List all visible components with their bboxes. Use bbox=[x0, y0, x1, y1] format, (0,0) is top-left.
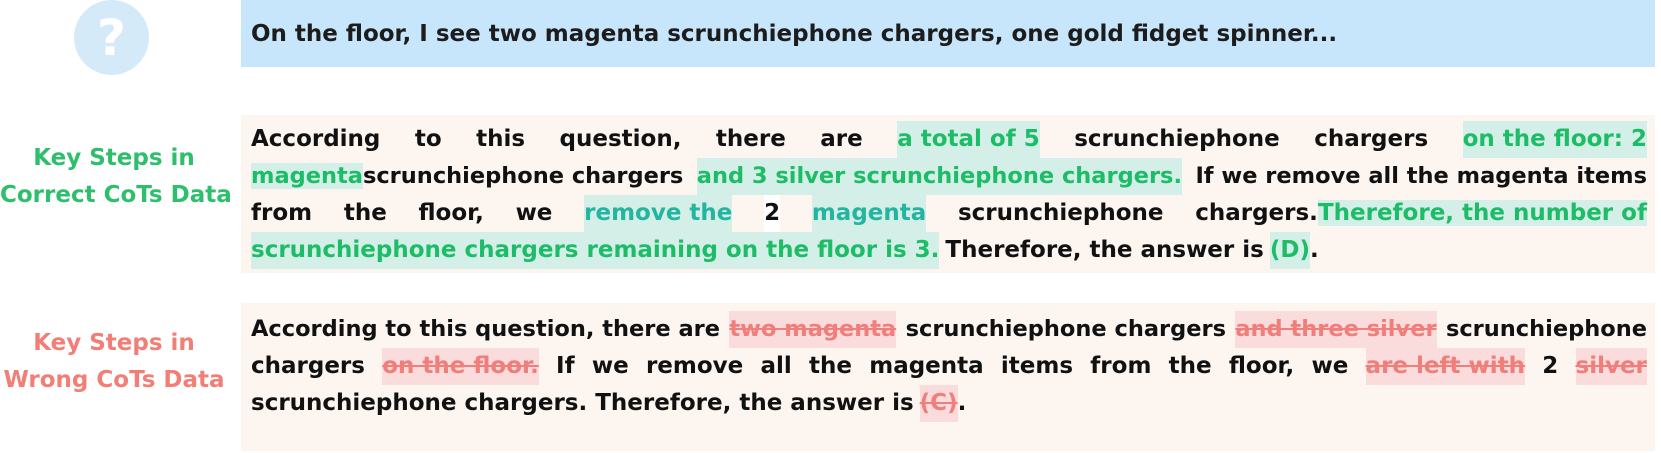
word: If bbox=[556, 353, 575, 379]
wrong-cots-box: According to this question, there are tw… bbox=[241, 303, 1655, 451]
key-step-highlight: scrunchiephone chargers remaining on the… bbox=[251, 232, 940, 269]
word: the bbox=[343, 200, 387, 226]
wrong-line-2: chargers on the floor. If we remove all … bbox=[251, 348, 1647, 385]
wrong-answer-highlight: (C) bbox=[919, 385, 958, 422]
word: chargers. bbox=[1195, 200, 1318, 226]
segment: If we remove all the magenta items bbox=[1195, 163, 1647, 189]
question-mark-icon: ? bbox=[74, 0, 149, 75]
punctuation: . bbox=[1309, 237, 1319, 263]
word: scrunchiephone chargers bbox=[362, 163, 684, 189]
key-step-highlight: remove the bbox=[584, 195, 733, 232]
word: chargers bbox=[251, 353, 365, 379]
word: According bbox=[251, 126, 381, 152]
word: this bbox=[476, 126, 526, 152]
word: we bbox=[1311, 353, 1349, 379]
wrong-step-highlight: are left with bbox=[1365, 348, 1526, 385]
key-step-highlight: a total of 5 bbox=[897, 121, 1040, 158]
word: are bbox=[820, 126, 863, 152]
word: chargers bbox=[1314, 126, 1429, 152]
answer-highlight: (D) bbox=[1269, 232, 1310, 269]
punctuation: . bbox=[957, 390, 967, 416]
word: from bbox=[1090, 353, 1152, 379]
correct-line-2: magentascrunchiephone chargers and 3 sil… bbox=[251, 158, 1647, 195]
word: items bbox=[1000, 353, 1074, 379]
wrong-step-highlight: on the floor. bbox=[382, 348, 539, 385]
wrong-label-line1: Key Steps in bbox=[33, 330, 195, 356]
wrong-step-highlight: and three silver bbox=[1235, 311, 1437, 348]
word: 2 bbox=[1542, 353, 1559, 379]
wrong-step-highlight: two magenta bbox=[729, 311, 897, 348]
word: the bbox=[809, 353, 852, 379]
word: floor, bbox=[418, 200, 484, 226]
correct-label-line1: Key Steps in bbox=[33, 145, 195, 171]
correct-line-3: from the floor, we remove the 2 magenta … bbox=[251, 195, 1647, 232]
word: there bbox=[715, 126, 786, 152]
correct-cots-box: According to this question, there are a … bbox=[241, 115, 1655, 273]
correct-label-line2: Correct CoTs Data bbox=[0, 182, 232, 208]
word: floor, bbox=[1228, 353, 1295, 379]
word: question, bbox=[559, 126, 682, 152]
segment: According to this question, there are bbox=[251, 316, 721, 342]
word: scrunchiephone bbox=[1445, 316, 1647, 342]
wrong-line-3: scrunchiephone chargers. Therefore, the … bbox=[251, 385, 1647, 422]
word: scrunchiephone bbox=[957, 200, 1164, 226]
wrong-cots-label: Key Steps in Wrong CoTs Data bbox=[0, 325, 228, 399]
word: 2 bbox=[764, 195, 781, 232]
word: we bbox=[515, 200, 553, 226]
segment: scrunchiephone chargers bbox=[905, 316, 1226, 342]
word: remove bbox=[645, 353, 744, 379]
segment: scrunchiephone chargers. Therefore, the … bbox=[251, 390, 914, 416]
correct-line-1: According to this question, there are a … bbox=[251, 121, 1647, 158]
word: scrunchiephone bbox=[1074, 126, 1280, 152]
word: we bbox=[591, 353, 629, 379]
word: to bbox=[414, 126, 442, 152]
segment: Therefore, the answer is bbox=[945, 237, 1264, 263]
word: all bbox=[760, 353, 792, 379]
segment: chargers.Therefore, the number of bbox=[1195, 195, 1647, 232]
wrong-step-highlight: silver bbox=[1575, 348, 1647, 385]
wrong-line-1: According to this question, there are tw… bbox=[251, 311, 1647, 348]
key-step-highlight: on the floor: 2 bbox=[1462, 121, 1647, 158]
correct-cots-label: Key Steps in Correct CoTs Data bbox=[0, 140, 232, 214]
word: the bbox=[1168, 353, 1212, 379]
question-text: On the floor, I see two magenta scrunchi… bbox=[241, 0, 1655, 67]
key-step-highlight: Therefore, the number of bbox=[1317, 200, 1647, 226]
key-step-highlight: and 3 silver scrunchiephone chargers. bbox=[696, 158, 1182, 195]
key-step-highlight: magenta bbox=[811, 195, 927, 232]
wrong-label-line2: Wrong CoTs Data bbox=[3, 367, 225, 393]
word: from bbox=[251, 200, 313, 226]
word: magenta bbox=[869, 353, 984, 379]
correct-line-4: scrunchiephone chargers remaining on the… bbox=[251, 232, 1647, 269]
segment: magentascrunchiephone chargers bbox=[251, 158, 683, 195]
key-step-highlight: magenta bbox=[251, 163, 363, 189]
